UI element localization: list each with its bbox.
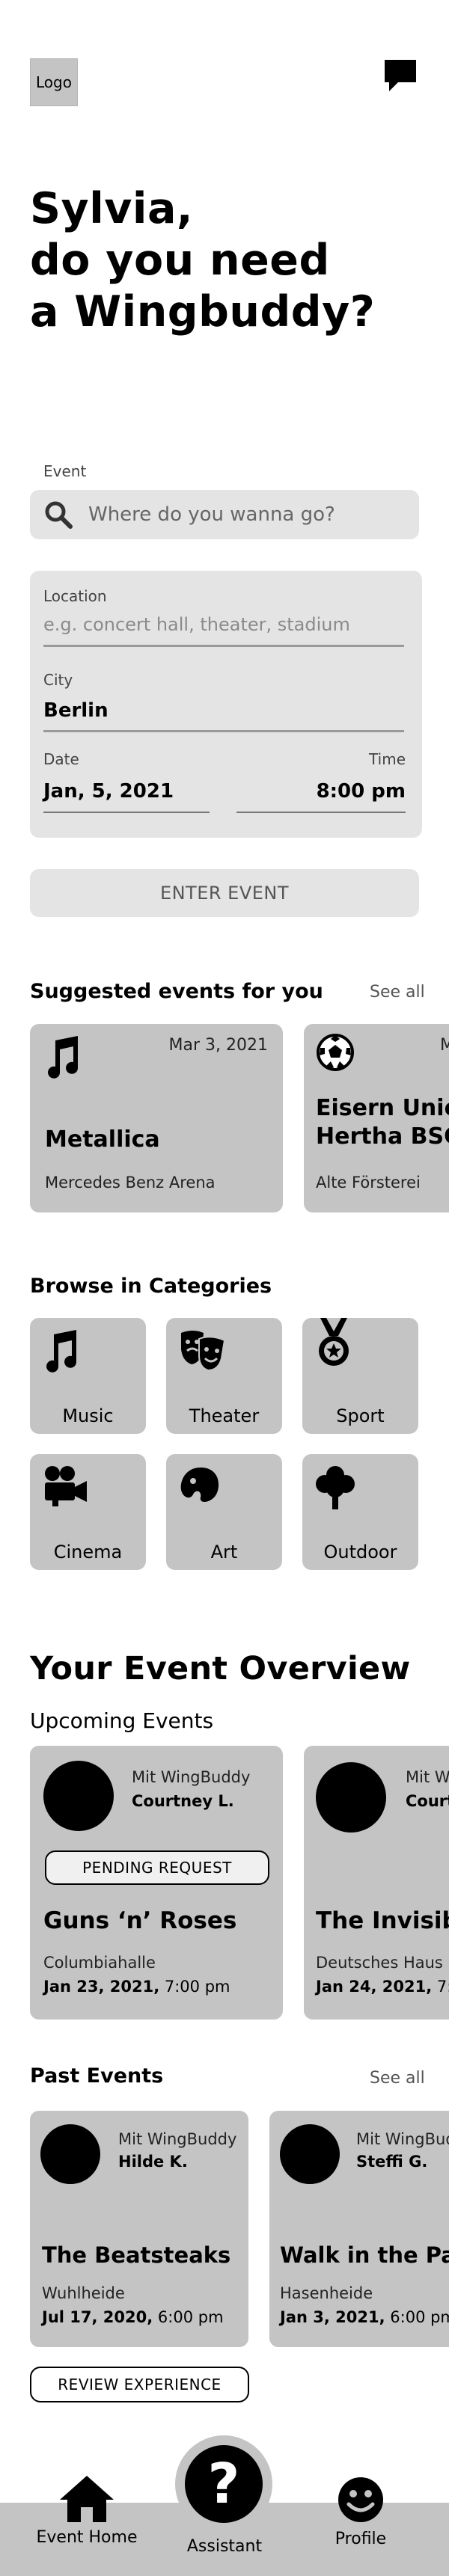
suggested-event-place: Mercedes Benz Arena xyxy=(45,1174,216,1192)
upcoming-event-card[interactable]: Mit WingBuddy Courtney L. PENDING REQUES… xyxy=(30,1746,283,2020)
event-place: Wuhlheide xyxy=(42,2284,125,2302)
suggested-event-date: M xyxy=(440,1036,449,1055)
upcoming-event-card[interactable]: Mit WingBuddy Court The Invisible Deutsc… xyxy=(304,1746,449,2020)
suggested-event-title: Metallica xyxy=(45,1126,160,1153)
event-date: Jan 23, 2021, 7:00 pm xyxy=(43,1978,230,1996)
suggested-event-place: Alte Försterei xyxy=(316,1174,421,1192)
theater-masks-icon xyxy=(181,1331,226,1372)
time-input[interactable]: 8:00 pm xyxy=(236,780,406,813)
medal-icon xyxy=(319,1318,349,1366)
date-label: Date xyxy=(43,750,79,768)
event-title: Guns ‘n’ Roses xyxy=(43,1907,237,1934)
city-value: Berlin xyxy=(43,699,109,722)
music-note-icon xyxy=(48,1036,79,1079)
avatar xyxy=(40,2124,100,2184)
event-date: Jan 3, 2021, 6:00 pm xyxy=(280,2308,449,2326)
wingbuddy-caption: Mit WingBuddy xyxy=(118,2130,237,2148)
tree-icon xyxy=(316,1466,355,1509)
wingbuddy-caption: Mit WingBud xyxy=(356,2130,449,2148)
category-art[interactable]: Art xyxy=(166,1454,282,1570)
tab-label-assistant[interactable]: Assistant xyxy=(165,2537,284,2556)
video-camera-icon xyxy=(45,1466,87,1506)
category-label: Sport xyxy=(336,1405,385,1426)
palette-icon xyxy=(180,1468,219,1502)
event-details-panel: Location e.g. concert hall, theater, sta… xyxy=(30,571,422,838)
suggested-event-title: Eisern Union Hertha BSC xyxy=(316,1095,449,1150)
music-note-icon xyxy=(46,1330,77,1373)
time-value: 8:00 pm xyxy=(316,780,406,803)
upcoming-events-title: Upcoming Events xyxy=(30,1708,214,1733)
location-input[interactable]: e.g. concert hall, theater, stadium xyxy=(43,614,404,647)
assistant-button[interactable]: ? xyxy=(175,2435,272,2533)
date-input[interactable]: Jan, 5, 2021 xyxy=(43,780,210,813)
suggested-see-all-link[interactable]: See all xyxy=(370,983,425,1002)
event-place: Columbiahalle xyxy=(43,1954,156,1972)
category-label: Art xyxy=(210,1542,238,1563)
past-see-all-link[interactable]: See all xyxy=(370,2069,425,2088)
chat-icon[interactable] xyxy=(382,57,419,94)
wingbuddy-caption: Mit WingBuddy xyxy=(406,1768,449,1786)
tab-event-home[interactable]: Event Home xyxy=(27,2474,147,2547)
avatar xyxy=(280,2124,340,2184)
event-title: The Invisible xyxy=(316,1907,449,1934)
event-overview-title: Your Event Overview xyxy=(30,1650,411,1687)
avatar xyxy=(316,1762,386,1833)
category-theater[interactable]: Theater xyxy=(166,1318,282,1434)
event-date: Jan 24, 2021, 7:00 xyxy=(316,1978,449,1996)
location-placeholder: e.g. concert hall, theater, stadium xyxy=(43,614,350,635)
categories-title: Browse in Categories xyxy=(30,1275,272,1298)
event-search-placeholder: Where do you wanna go? xyxy=(88,503,335,526)
wingbuddy-name: Steffi G. xyxy=(356,2153,428,2171)
wingbuddy-caption: Mit WingBuddy xyxy=(132,1768,251,1786)
category-sport[interactable]: Sport xyxy=(302,1318,418,1434)
tab-label: Event Home xyxy=(36,2528,138,2547)
suggested-event-card[interactable]: Mar 3, 2021 Metallica Mercedes Benz Aren… xyxy=(30,1024,283,1212)
greeting-headline: Sylvia, do you need a Wingbuddy? xyxy=(30,184,376,337)
date-value: Jan, 5, 2021 xyxy=(43,780,174,803)
category-label: Cinema xyxy=(53,1542,123,1563)
event-date: Jul 17, 2020, 6:00 pm xyxy=(42,2308,224,2326)
past-event-card[interactable]: Mit WingBud Steffi G. Walk in the Par Ha… xyxy=(269,2111,449,2347)
time-label: Time xyxy=(369,750,406,768)
event-place: Hasenheide xyxy=(280,2284,373,2302)
event-title: Walk in the Par xyxy=(280,2242,449,2268)
suggested-title: Suggested events for you xyxy=(30,980,323,1003)
event-search-input[interactable]: Where do you wanna go? xyxy=(30,490,419,539)
logo[interactable]: Logo xyxy=(30,58,78,106)
category-outdoor[interactable]: Outdoor xyxy=(302,1454,418,1570)
category-label: Outdoor xyxy=(323,1542,397,1563)
tab-label: Profile xyxy=(335,2530,387,2548)
question-mark-icon: ? xyxy=(185,2445,263,2523)
home-icon xyxy=(60,2476,114,2522)
enter-event-button[interactable]: ENTER EVENT xyxy=(30,869,419,917)
smiley-face-icon xyxy=(338,2477,383,2522)
suggested-event-date: Mar 3, 2021 xyxy=(168,1036,268,1055)
football-icon xyxy=(317,1034,354,1071)
category-cinema[interactable]: Cinema xyxy=(30,1454,146,1570)
past-event-card[interactable]: Mit WingBuddy Hilde K. The Beatsteaks Wu… xyxy=(30,2111,248,2347)
location-label: Location xyxy=(43,587,107,605)
city-input[interactable]: Berlin xyxy=(43,699,404,732)
wingbuddy-name: Hilde K. xyxy=(118,2153,188,2171)
category-label: Theater xyxy=(189,1405,260,1426)
suggested-event-card[interactable]: M Eisern Union Hertha BSC Alte Försterei xyxy=(304,1024,449,1212)
pending-request-badge[interactable]: PENDING REQUEST xyxy=(45,1850,269,1885)
wingbuddy-name: Court xyxy=(406,1792,449,1810)
search-icon xyxy=(45,501,73,529)
event-label: Event xyxy=(43,462,87,480)
review-experience-button[interactable]: REVIEW EXPERIENCE xyxy=(30,2367,249,2402)
event-place: Deutsches Haus xyxy=(316,1954,443,1972)
category-music[interactable]: Music xyxy=(30,1318,146,1434)
category-label: Music xyxy=(62,1405,114,1426)
past-events-title: Past Events xyxy=(30,2064,164,2088)
event-title: The Beatsteaks xyxy=(42,2242,231,2268)
avatar xyxy=(43,1761,114,1831)
tab-profile[interactable]: Profile xyxy=(301,2476,421,2548)
city-label: City xyxy=(43,671,73,689)
wingbuddy-name: Courtney L. xyxy=(132,1792,234,1810)
